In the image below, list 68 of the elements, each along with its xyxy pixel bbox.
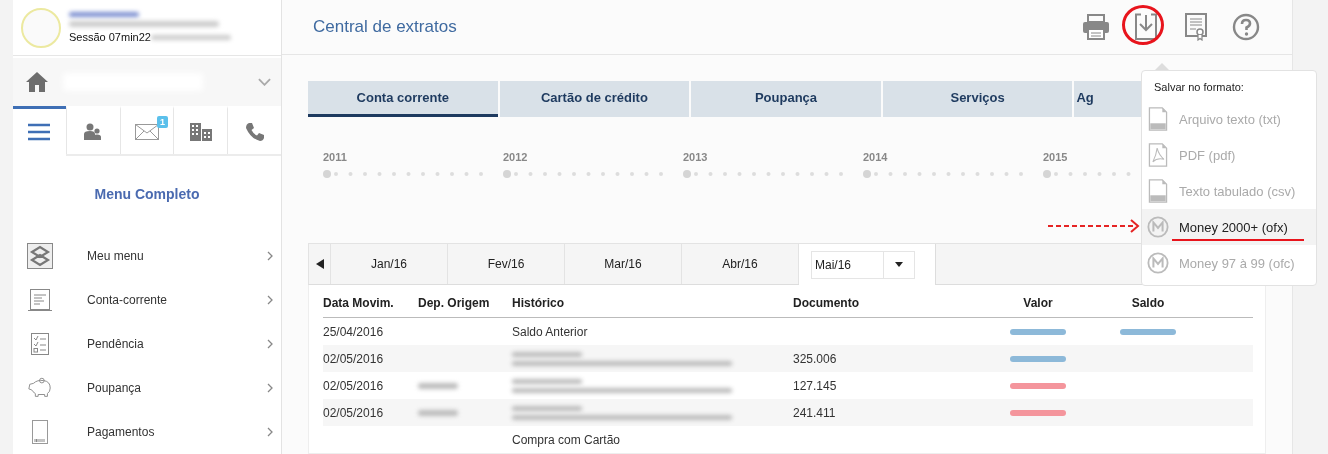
column-header: Valor	[1022, 296, 1054, 310]
chevron-right-icon	[267, 339, 273, 349]
menu-heading: Salvar no formato:	[1153, 80, 1245, 95]
dropdown-caret-icon	[895, 262, 903, 267]
menu-item[interactable]: Pagamentos	[13, 410, 281, 454]
table-cell: 02/05/2016	[323, 351, 384, 366]
menu-item-label: Poupança	[87, 381, 142, 395]
chevron-right-icon	[267, 383, 273, 393]
column-header: Saldo	[1130, 296, 1166, 310]
tab[interactable]: Poupança	[691, 81, 881, 117]
table-cell: 127.145	[793, 378, 837, 393]
envelope-icon	[135, 123, 159, 140]
sidebar-tab[interactable]	[13, 106, 66, 156]
tab[interactable]: Serviços	[882, 81, 1073, 117]
annotation-circle	[1122, 5, 1164, 45]
phone-icon	[244, 121, 265, 142]
session-timer: Sessão 07min22	[69, 31, 151, 43]
building-icon	[189, 122, 212, 141]
people-icon	[83, 122, 104, 141]
bank-logo-icon	[27, 243, 53, 269]
left-triangle-icon	[315, 259, 324, 269]
chevron-down-icon[interactable]	[258, 78, 271, 86]
table-cell: 02/05/2016	[323, 405, 384, 420]
month-tab[interactable]: Mar/16	[565, 244, 682, 284]
column-header: Data Movim.	[323, 296, 395, 310]
column-header: Histórico	[512, 296, 565, 310]
page-title: Central de extratos	[313, 17, 457, 37]
menu-icon	[28, 122, 51, 141]
tab[interactable]: Cartão de crédito	[499, 81, 690, 117]
menu-item[interactable]: Pendência	[13, 322, 281, 366]
menu-item-label: Pendência	[87, 337, 144, 351]
menu-item-label: Meu menu	[87, 249, 144, 263]
column-header: Dep. Origem	[418, 296, 491, 310]
menu-item-label: Conta-corrente	[87, 293, 168, 307]
circled-m-icon	[1147, 251, 1169, 275]
chevron-right-icon	[267, 251, 273, 261]
column-header: Documento	[793, 296, 860, 310]
avatar	[21, 7, 61, 48]
file-icon	[1147, 107, 1169, 131]
redacted-name	[69, 12, 139, 17]
table-cell: 02/05/2016	[323, 378, 384, 393]
menu-heading: Menu Completo	[93, 186, 201, 202]
month-tab[interactable]: Jan/16	[331, 244, 448, 284]
month-select[interactable]: Mai/16	[811, 250, 915, 279]
table-cell: Compra com Cartão	[512, 432, 621, 447]
download-icon[interactable]	[1132, 13, 1160, 41]
help-icon[interactable]	[1232, 13, 1260, 41]
table-cell: Saldo Anterior	[512, 324, 588, 339]
tab[interactable]: Conta corrente	[308, 81, 498, 117]
certificate-icon[interactable]	[1182, 13, 1210, 41]
circled-m-icon	[1147, 215, 1169, 239]
table-cell: 25/04/2016	[323, 324, 384, 339]
document-icon	[27, 287, 53, 313]
chevron-right-icon	[267, 427, 273, 437]
home-icon[interactable]	[25, 71, 49, 93]
pdf-file-icon	[1147, 143, 1169, 167]
printer-icon[interactable]	[1082, 13, 1110, 41]
table-cell: 241.411	[793, 405, 836, 420]
file-icon	[1147, 179, 1169, 203]
unread-count: 1	[156, 115, 168, 128]
table-cell: 325.006	[793, 351, 837, 366]
menu-item[interactable]: Conta-corrente	[13, 278, 281, 322]
month-tab[interactable]: Fev/16	[448, 244, 565, 284]
menu-item[interactable]: Poupança	[13, 366, 281, 410]
chevron-right-icon	[267, 295, 273, 305]
menu-item[interactable]: Meu menu	[13, 234, 281, 278]
menu-item-label: Pagamentos	[87, 425, 155, 439]
format-option[interactable]: Money 2000+ (ofx)	[1142, 209, 1316, 245]
